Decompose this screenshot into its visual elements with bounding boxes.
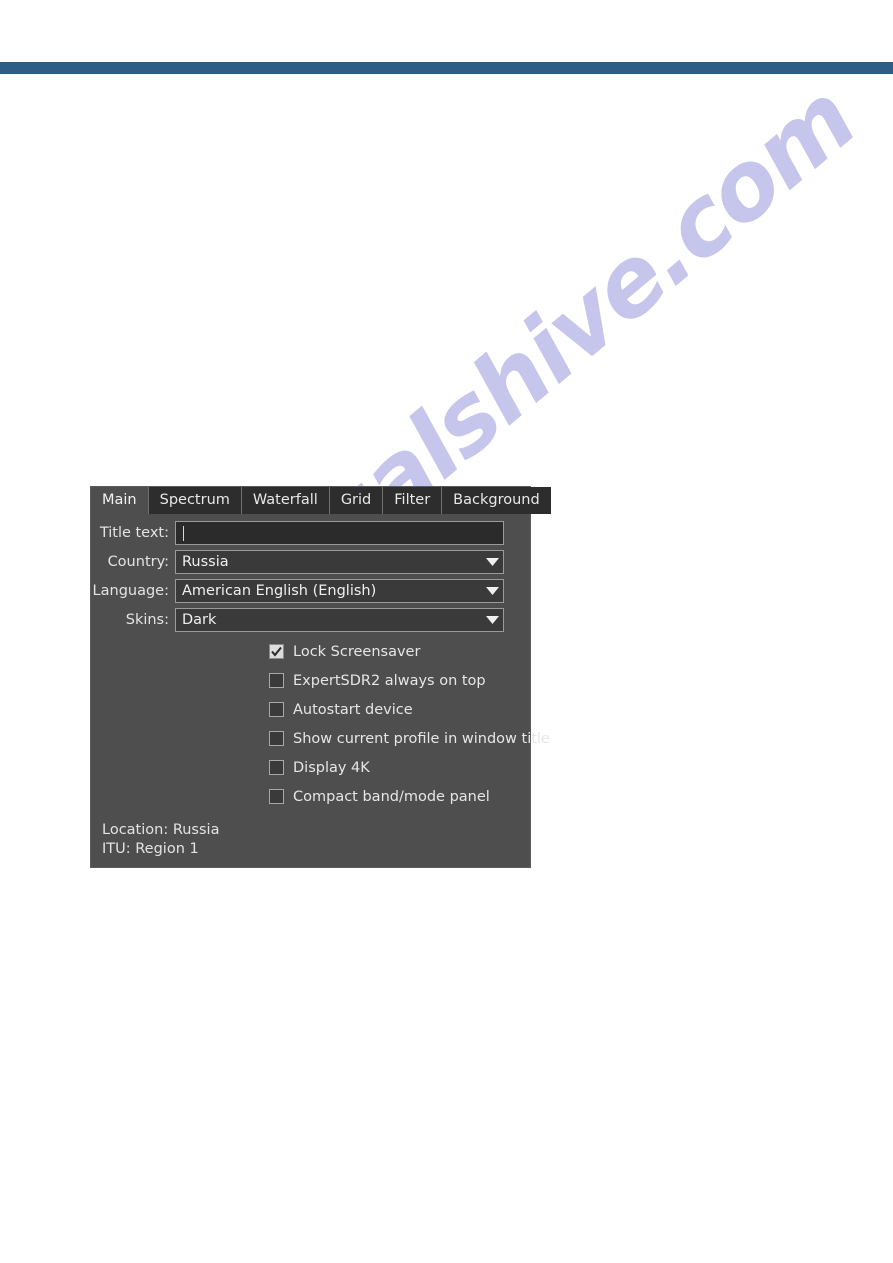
tab-spectrum-label: Spectrum [159, 492, 230, 508]
display-4k-label: Display 4K [293, 759, 370, 776]
settings-dialog: Main Spectrum Waterfall Grid Filter Back… [90, 486, 551, 868]
panel-footer: Location: Russia ITU: Region 1 [91, 821, 530, 859]
tab-filter-label: Filter [394, 492, 431, 508]
tab-grid[interactable]: Grid [329, 487, 384, 514]
checkbox-row-lock-screensaver[interactable]: Lock Screensaver [269, 637, 530, 666]
checkbox-row-autostart-device[interactable]: Autostart device [269, 695, 530, 724]
country-row: Country: Russia [91, 550, 530, 574]
autostart-device-label: Autostart device [293, 701, 413, 718]
tab-background-label: Background [453, 492, 540, 508]
options-checkbox-group: Lock Screensaver ExpertSDR2 always on to… [91, 637, 550, 811]
compact-band-mode-panel-label: Compact band/mode panel [293, 788, 490, 805]
skins-label: Skins: [125, 612, 169, 628]
lock-screensaver-checkbox[interactable] [269, 644, 284, 659]
language-select[interactable]: American English (English) [175, 579, 504, 603]
tab-bar: Main Spectrum Waterfall Grid Filter Back… [91, 487, 551, 514]
title-text-input[interactable] [175, 521, 504, 545]
always-on-top-label: ExpertSDR2 always on top [293, 672, 486, 689]
tab-main[interactable]: Main [91, 487, 149, 514]
skins-select[interactable]: Dark [175, 608, 504, 632]
header-rule [0, 62, 893, 74]
skins-row: Skins: Dark [91, 608, 530, 632]
title-text-row: Title text: [91, 521, 530, 545]
tab-waterfall-label: Waterfall [252, 492, 318, 508]
tab-main-label: Main [102, 492, 137, 508]
skins-value: Dark [182, 612, 217, 628]
tab-waterfall[interactable]: Waterfall [241, 487, 330, 514]
text-caret [183, 525, 184, 541]
chevron-down-icon[interactable] [481, 551, 503, 573]
location-text: Location: Russia [102, 822, 220, 838]
country-value: Russia [182, 554, 229, 570]
show-current-profile-label: Show current profile in window title [293, 730, 550, 747]
lock-screensaver-label: Lock Screensaver [293, 643, 421, 660]
checkbox-row-display-4k[interactable]: Display 4K [269, 753, 530, 782]
chevron-down-icon[interactable] [481, 609, 503, 631]
checkbox-row-compact-band-mode-panel[interactable]: Compact band/mode panel [269, 782, 530, 811]
language-label: Language: [92, 583, 169, 599]
settings-main-tab-panel: Title text: Country: Russia Language: Am… [91, 514, 550, 859]
tab-filter[interactable]: Filter [383, 487, 443, 514]
autostart-device-checkbox[interactable] [269, 702, 284, 717]
always-on-top-checkbox[interactable] [269, 673, 284, 688]
show-current-profile-checkbox[interactable] [269, 731, 284, 746]
country-label: Country: [107, 554, 169, 570]
tab-spectrum[interactable]: Spectrum [148, 487, 242, 514]
language-row: Language: American English (English) [91, 579, 530, 603]
checkbox-row-always-on-top[interactable]: ExpertSDR2 always on top [269, 666, 530, 695]
display-4k-checkbox[interactable] [269, 760, 284, 775]
chevron-down-icon[interactable] [481, 580, 503, 602]
tab-background[interactable]: Background [442, 487, 551, 514]
checkbox-row-show-current-profile[interactable]: Show current profile in window title [269, 724, 550, 753]
language-value: American English (English) [182, 583, 377, 599]
compact-band-mode-panel-checkbox[interactable] [269, 789, 284, 804]
country-select[interactable]: Russia [175, 550, 504, 574]
title-text-label: Title text: [99, 525, 169, 541]
itu-region-text: ITU: Region 1 [102, 841, 199, 857]
tab-grid-label: Grid [340, 492, 372, 508]
